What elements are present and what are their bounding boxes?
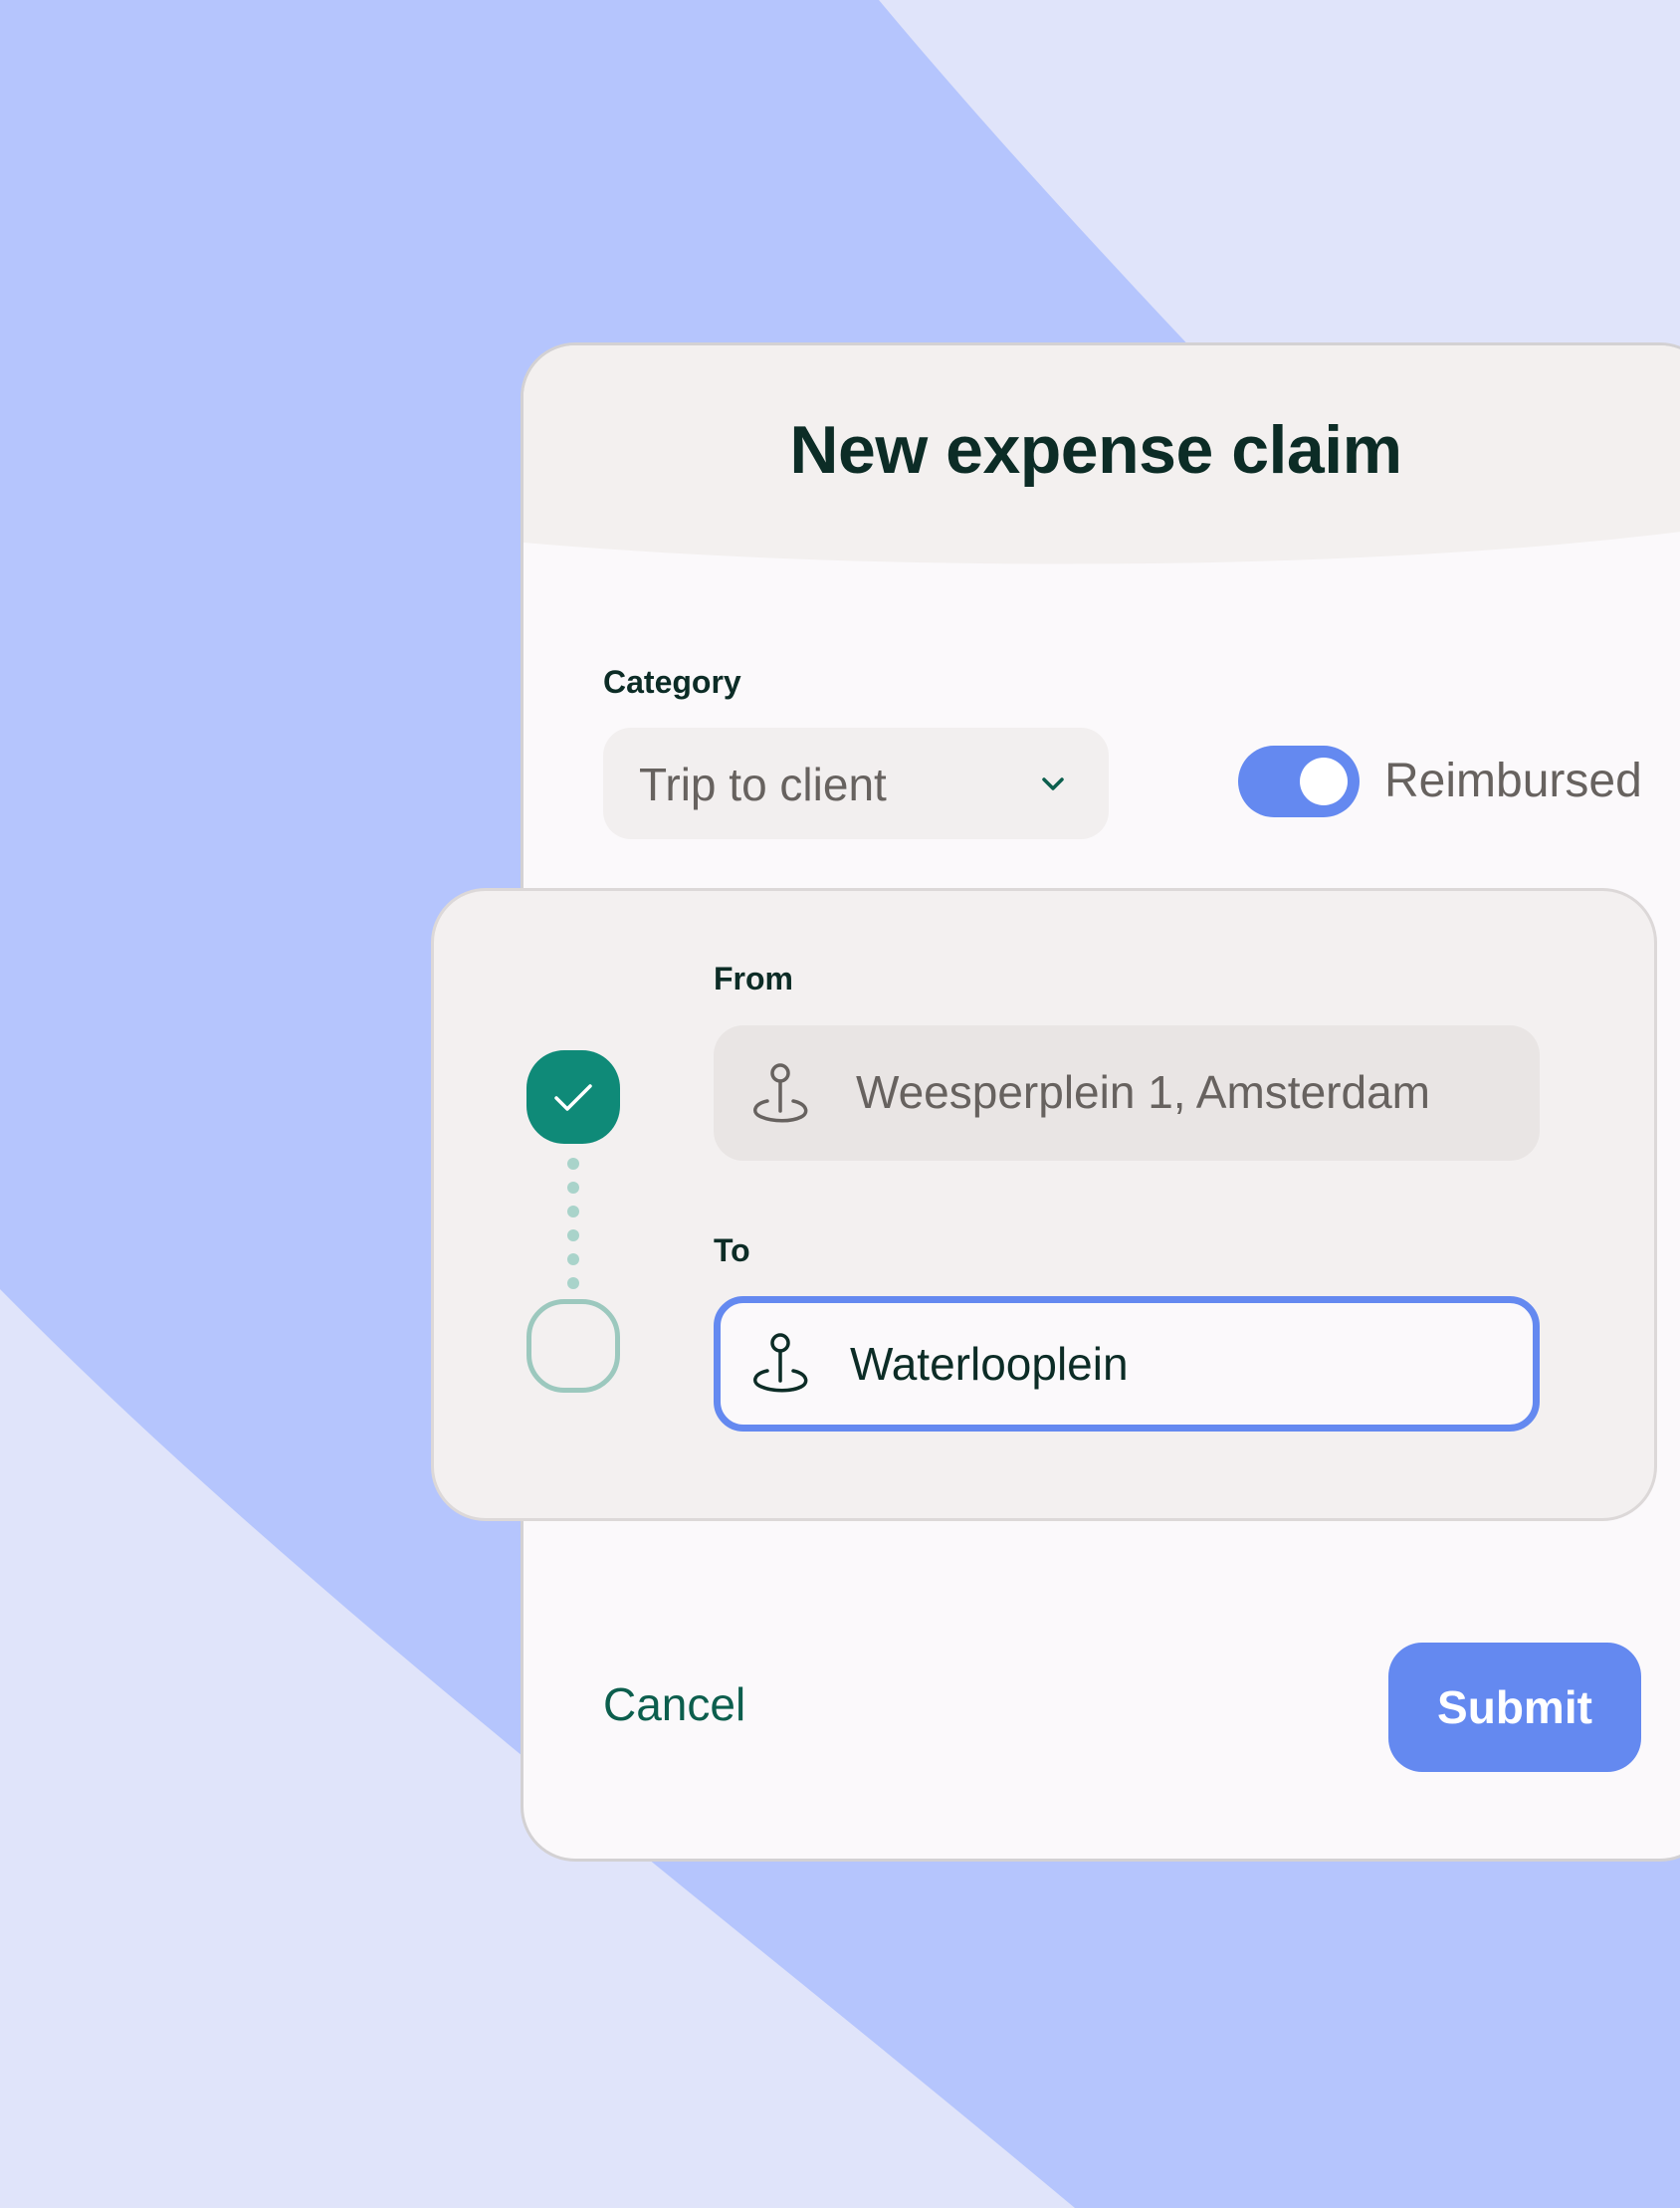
to-address-field[interactable]: Waterlooplein: [714, 1296, 1540, 1432]
cancel-button[interactable]: Cancel: [603, 1659, 802, 1749]
to-step-indicator: [526, 1299, 620, 1393]
route-connector-dot: [567, 1229, 579, 1241]
route-panel: From Weesperplein 1, Amsterdam To Waterl…: [431, 888, 1657, 1521]
reimbursed-label: Reimbursed: [1384, 755, 1642, 807]
location-pin-icon: [753, 1333, 808, 1393]
location-pin-icon: [753, 1063, 808, 1123]
submit-button[interactable]: Submit: [1388, 1643, 1641, 1772]
category-select-value: Trip to client: [639, 759, 887, 810]
from-label: From: [714, 961, 793, 996]
route-connector-dot: [567, 1206, 579, 1217]
toggle-knob: [1300, 758, 1348, 805]
to-label: To: [714, 1232, 750, 1268]
route-connector-dot: [567, 1253, 579, 1265]
check-icon: [554, 1084, 592, 1111]
chevron-down-icon: [1042, 777, 1064, 790]
category-label: Category: [603, 664, 741, 700]
category-select[interactable]: Trip to client: [603, 728, 1109, 839]
route-connector-dot: [567, 1182, 579, 1194]
reimbursed-toggle[interactable]: [1238, 746, 1360, 817]
from-address-field[interactable]: Weesperplein 1, Amsterdam: [714, 1025, 1540, 1161]
from-address-value: Weesperplein 1, Amsterdam: [856, 1066, 1430, 1118]
route-connector-dot: [567, 1277, 579, 1289]
to-address-value: Waterlooplein: [850, 1338, 1129, 1390]
from-step-indicator: [526, 1050, 620, 1144]
route-connector-dot: [567, 1158, 579, 1170]
dialog-title: New expense claim: [789, 412, 1402, 488]
